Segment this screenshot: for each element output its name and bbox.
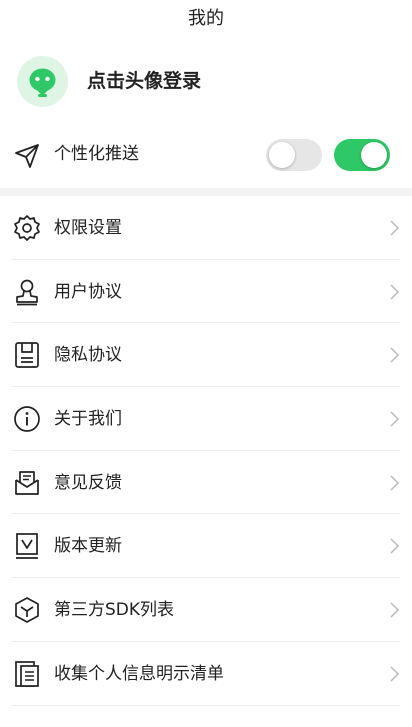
profile-section[interactable]: 点击头像登录 bbox=[0, 56, 412, 110]
chevron-right-icon bbox=[390, 475, 400, 491]
chevron-right-icon bbox=[390, 347, 400, 363]
list-document-icon bbox=[15, 660, 39, 687]
gear-icon bbox=[14, 215, 40, 241]
menu-item-label: 第三方SDK列表 bbox=[54, 600, 175, 621]
menu-item-label: 收集个人信息明示清单 bbox=[54, 663, 224, 684]
settings-menu: 权限设置 用户协议 隐私协议 关于我们 意见反馈 版本更新 第三方SDK列表 收… bbox=[0, 196, 412, 706]
chevron-right-icon bbox=[390, 538, 400, 554]
cube-icon bbox=[15, 597, 39, 623]
chevron-right-icon bbox=[390, 602, 400, 618]
section-divider bbox=[0, 188, 412, 196]
menu-item-about[interactable]: 关于我们 bbox=[12, 387, 400, 451]
menu-item-user-agreement[interactable]: 用户协议 bbox=[12, 260, 400, 324]
push-label: 个性化推送 bbox=[54, 144, 139, 164]
menu-item-label: 关于我们 bbox=[54, 409, 122, 430]
login-prompt[interactable]: 点击头像登录 bbox=[87, 68, 201, 95]
info-icon bbox=[14, 406, 40, 432]
toggle-knob bbox=[361, 142, 387, 168]
feedback-icon bbox=[15, 470, 39, 495]
menu-item-label: 权限设置 bbox=[54, 218, 122, 238]
chevron-right-icon bbox=[390, 284, 400, 300]
toggle-knob bbox=[269, 142, 295, 168]
menu-item-version-update[interactable]: 版本更新 bbox=[12, 514, 400, 579]
avatar[interactable] bbox=[17, 56, 68, 107]
push-setting-row: 个性化推送 bbox=[0, 130, 412, 180]
chevron-right-icon bbox=[390, 411, 400, 427]
menu-item-personal-info-list[interactable]: 收集个人信息明示清单 bbox=[12, 642, 400, 706]
menu-item-label: 用户协议 bbox=[54, 281, 122, 302]
page-header: 我的 bbox=[0, 0, 412, 38]
menu-item-permissions[interactable]: 权限设置 bbox=[12, 196, 400, 260]
chevron-right-icon bbox=[390, 666, 400, 682]
send-icon bbox=[15, 144, 39, 168]
menu-item-label: 隐私协议 bbox=[54, 345, 122, 366]
menu-item-privacy[interactable]: 隐私协议 bbox=[12, 323, 400, 388]
push-toggle-off[interactable] bbox=[266, 139, 322, 171]
version-icon bbox=[16, 533, 38, 560]
menu-item-sdk-list[interactable]: 第三方SDK列表 bbox=[12, 578, 400, 642]
menu-item-label: 版本更新 bbox=[54, 536, 122, 557]
chevron-right-icon bbox=[390, 220, 400, 236]
robot-avatar-icon bbox=[29, 68, 56, 97]
page-title: 我的 bbox=[188, 8, 224, 29]
document-icon bbox=[15, 342, 39, 369]
user-stamp-icon bbox=[16, 279, 38, 306]
menu-item-feedback[interactable]: 意见反馈 bbox=[12, 451, 400, 515]
menu-item-label: 意见反馈 bbox=[54, 472, 122, 493]
push-toggle-on[interactable] bbox=[334, 139, 390, 171]
